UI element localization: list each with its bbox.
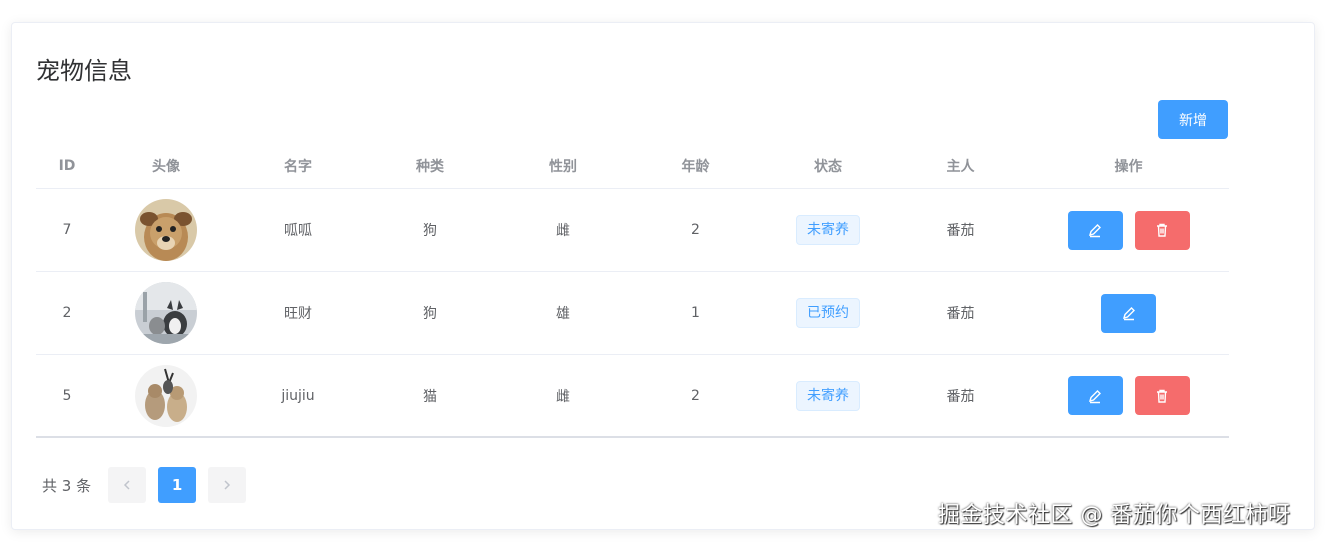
next-page-button[interactable]	[208, 467, 247, 503]
table-header: ID 头像 名字 种类 性别 年龄 状态 主人 操作	[36, 143, 1229, 189]
cell-name: 呱呱	[284, 223, 312, 239]
edit-button[interactable]	[1067, 376, 1123, 415]
column-header-status: 状态	[814, 158, 842, 175]
cell-kind: 狗	[423, 223, 437, 239]
status-badge: 未寄养	[796, 380, 860, 411]
cell-id: 7	[62, 222, 72, 238]
edit-icon	[1088, 224, 1101, 238]
cell-age: 2	[691, 222, 700, 238]
cell-name: 旺财	[284, 306, 312, 322]
delete-button[interactable]	[1134, 376, 1190, 415]
column-header-owner: 主人	[946, 158, 975, 175]
column-header-actions: 操作	[1114, 158, 1143, 175]
cell-sex: 雄	[556, 306, 570, 322]
chevron-right-icon	[224, 480, 231, 490]
cell-age: 1	[691, 305, 700, 321]
table-row: 2 旺财 狗 雄 1 已预约 番茄	[36, 272, 1229, 355]
status-badge: 已预约	[796, 298, 860, 328]
cell-owner: 番茄	[946, 223, 975, 239]
delete-button[interactable]	[1134, 210, 1190, 250]
page-title: 宠物信息	[36, 57, 132, 85]
cell-name: jiujiu	[281, 387, 315, 404]
dog-cat-avatar-image	[135, 282, 197, 344]
status-badge: 未寄养	[796, 215, 860, 245]
page-number-current[interactable]: 1	[158, 467, 197, 503]
edit-icon	[1122, 307, 1135, 321]
trash-icon	[1157, 223, 1167, 237]
cats-avatar-image	[135, 364, 197, 427]
pagination-total: 共 3 条	[42, 476, 92, 495]
pet-info-card: 宠物信息 新增 ID 头像 名字 种类 性别 年龄 状态 主人 操作 7 呱呱 …	[11, 22, 1315, 530]
edit-button[interactable]	[1067, 210, 1123, 250]
cell-kind: 猫	[423, 388, 437, 405]
column-header-kind: 种类	[416, 158, 444, 175]
watermark: 掘金技术社区 @ 番茄你个西红柿呀	[938, 503, 1291, 528]
table-row: 5 jiujiu 猫 雌 2 未寄养 番茄	[36, 355, 1229, 438]
edit-button[interactable]	[1101, 293, 1156, 333]
cell-id: 2	[62, 305, 72, 321]
cell-age: 2	[691, 387, 700, 404]
column-header-id: ID	[58, 157, 76, 174]
cell-owner: 番茄	[946, 388, 975, 405]
chevron-left-icon	[124, 480, 130, 490]
edit-icon	[1088, 389, 1101, 403]
dog-avatar-image	[135, 199, 197, 261]
pet-table: ID 头像 名字 种类 性别 年龄 状态 主人 操作 7 呱呱 狗 雌 2 未寄…	[36, 143, 1229, 438]
cell-owner: 番茄	[946, 306, 975, 322]
cell-sex: 雌	[556, 223, 570, 239]
column-header-avatar: 头像	[152, 158, 180, 175]
cell-kind: 狗	[423, 306, 437, 322]
cell-sex: 雌	[556, 388, 570, 405]
column-header-age: 年龄	[681, 158, 710, 175]
trash-icon	[1157, 389, 1167, 403]
column-header-name: 名字	[284, 158, 312, 175]
column-header-sex: 性别	[549, 158, 577, 175]
cell-id: 5	[62, 387, 72, 404]
table-row: 7 呱呱 狗 雌 2 未寄养 番茄	[36, 189, 1229, 272]
add-button[interactable]: 新增	[1158, 100, 1228, 139]
prev-page-button[interactable]	[108, 467, 147, 503]
pagination: 共 3 条 1	[42, 467, 247, 503]
